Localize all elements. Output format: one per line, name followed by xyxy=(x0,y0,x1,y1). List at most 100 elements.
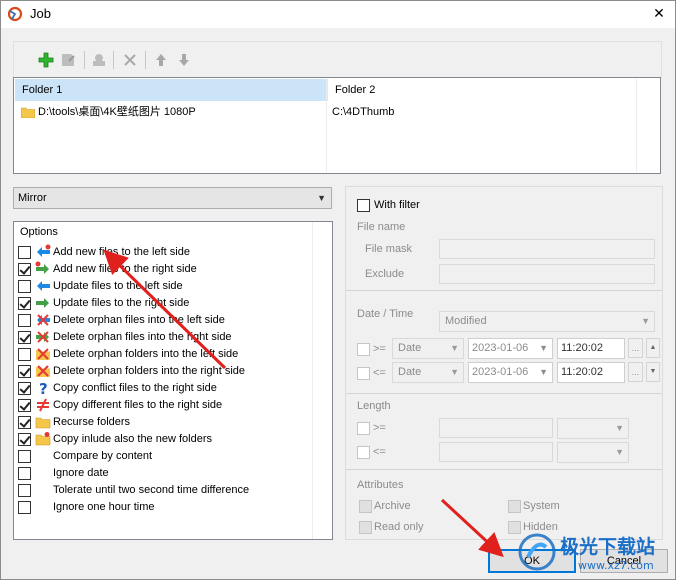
length-ge-label: >= xyxy=(373,422,386,434)
date-le-type-select[interactable]: Date ▼ xyxy=(392,362,464,383)
option-checkbox[interactable] xyxy=(18,314,31,327)
app-logo-icon xyxy=(7,6,23,22)
option-label: Add new files to the left side xyxy=(53,246,190,258)
time-le-input[interactable]: 11:20:02 xyxy=(557,362,625,383)
edit-icon xyxy=(62,54,75,66)
option-checkbox[interactable] xyxy=(18,297,31,310)
option-label: Delete orphan files into the right side xyxy=(53,331,232,343)
column-divider xyxy=(326,79,327,172)
window-title: Job xyxy=(30,6,51,21)
section-divider xyxy=(346,290,662,291)
option-row[interactable]: Add new files to the right side xyxy=(18,261,308,278)
file-mask-input[interactable] xyxy=(439,239,655,259)
file-mask-label: File mask xyxy=(365,243,413,255)
option-checkbox[interactable] xyxy=(18,365,31,378)
scroll-up-button[interactable]: ▲ xyxy=(646,338,660,358)
delete-icon xyxy=(124,54,136,66)
option-row[interactable]: Delete orphan files into the right side xyxy=(18,329,308,346)
option-row[interactable]: Update files to the right side xyxy=(18,295,308,312)
date-le-input[interactable]: 2023-01-06 ▼ xyxy=(468,362,553,383)
add-icon[interactable] xyxy=(38,52,54,68)
date-le-checkbox[interactable] xyxy=(357,367,370,380)
date-ge-input[interactable]: 2023-01-06 ▼ xyxy=(468,338,553,359)
option-row[interactable]: Tolerate until two second time differenc… xyxy=(18,482,308,499)
option-row[interactable]: Recurse folders xyxy=(18,414,308,431)
delete-folders-right-icon xyxy=(36,365,50,377)
filter-panel: With filter File name File mask Exclude … xyxy=(345,186,663,540)
length-ge-checkbox[interactable] xyxy=(357,422,370,435)
option-label: Update files to the left side xyxy=(53,280,183,292)
option-checkbox[interactable] xyxy=(18,246,31,259)
exclude-input[interactable] xyxy=(439,264,655,284)
option-label: Copy conflict files to the right side xyxy=(53,382,217,394)
length-ge-unit-select[interactable]: ▼ xyxy=(557,418,629,439)
read-only-checkbox[interactable] xyxy=(359,521,372,534)
option-row[interactable]: Compare by content xyxy=(18,448,308,465)
date-le-ellipsis-button[interactable]: ... xyxy=(628,362,643,382)
system-label: System xyxy=(523,500,560,512)
option-checkbox[interactable] xyxy=(18,433,31,446)
option-checkbox[interactable] xyxy=(18,416,31,429)
chevron-down-icon: ▼ xyxy=(539,343,548,353)
toolbar-separator xyxy=(113,51,114,69)
option-checkbox[interactable] xyxy=(18,348,31,361)
option-row[interactable]: Ignore one hour time xyxy=(18,499,308,516)
folder2-header[interactable]: Folder 2 xyxy=(327,79,636,101)
sync-mode-select[interactable]: Mirror ▼ xyxy=(13,187,332,209)
section-divider xyxy=(346,469,662,470)
with-filter-checkbox[interactable] xyxy=(357,199,370,212)
length-le-label: <= xyxy=(373,446,386,458)
option-row[interactable]: Add new files to the left side xyxy=(18,244,308,261)
time-ge-value: 11:20:02 xyxy=(561,342,604,354)
folder1-path: D:\tools\桌面\4K壁纸图片 1080P xyxy=(38,106,196,118)
option-checkbox[interactable] xyxy=(18,484,31,497)
option-checkbox[interactable] xyxy=(18,501,31,514)
option-row[interactable]: Delete orphan folders into the left side xyxy=(18,346,308,363)
time-ge-input[interactable]: 11:20:02 xyxy=(557,338,625,359)
option-row[interactable]: Copy different files to the right side xyxy=(18,397,308,414)
option-row[interactable]: Delete orphan folders into the right sid… xyxy=(18,363,308,380)
archive-label: Archive xyxy=(374,500,411,512)
option-checkbox[interactable] xyxy=(18,382,31,395)
date-ge-checkbox[interactable] xyxy=(357,343,370,356)
svg-text:?: ? xyxy=(39,380,48,396)
option-checkbox[interactable] xyxy=(18,399,31,412)
options-title: Options xyxy=(20,226,58,238)
option-label: Delete orphan files into the left side xyxy=(53,314,225,326)
close-button[interactable]: ✕ xyxy=(646,2,672,24)
move-down-icon xyxy=(179,54,189,66)
date-ge-label: >= xyxy=(373,343,386,355)
folder1-header[interactable]: Folder 1 xyxy=(15,79,326,101)
length-ge-input[interactable] xyxy=(439,418,553,438)
date-ge-type-select[interactable]: Date ▼ xyxy=(392,338,464,359)
not-equal-icon xyxy=(37,398,49,412)
option-checkbox[interactable] xyxy=(18,280,31,293)
option-checkbox[interactable] xyxy=(18,331,31,344)
stamp-icon xyxy=(93,54,105,66)
chevron-down-icon: ▼ xyxy=(450,367,459,377)
option-row[interactable]: Ignore date xyxy=(18,465,308,482)
length-le-input[interactable] xyxy=(439,442,553,462)
option-checkbox[interactable] xyxy=(18,450,31,463)
length-le-checkbox[interactable] xyxy=(357,446,370,459)
folder-pair-row[interactable]: D:\tools\桌面\4K壁纸图片 1080P xyxy=(21,104,196,120)
option-checkbox[interactable] xyxy=(18,467,31,480)
column-divider xyxy=(636,79,637,172)
toolbar-separator xyxy=(84,51,85,69)
option-checkbox[interactable] xyxy=(18,263,31,276)
scroll-down-button[interactable]: ▼ xyxy=(646,362,660,382)
date-ge-ellipsis-button[interactable]: ... xyxy=(628,338,643,358)
system-checkbox[interactable] xyxy=(508,500,521,513)
option-row[interactable]: Update files to the left side xyxy=(18,278,308,295)
chevron-down-icon: ▼ xyxy=(317,193,326,203)
date-le-value: 2023-01-06 xyxy=(472,366,529,378)
option-row[interactable]: Copy inlude also the new folders xyxy=(18,431,308,448)
option-row[interactable]: ? Copy conflict files to the right side xyxy=(18,380,308,397)
option-label: Recurse folders xyxy=(53,416,131,428)
date-mode-select[interactable]: Modified ▼ xyxy=(439,311,655,332)
folder-pairs-list[interactable]: Folder 1 Folder 2 D:\tools\桌面\4K壁纸图片 108… xyxy=(13,77,661,174)
archive-checkbox[interactable] xyxy=(359,500,372,513)
option-row[interactable]: Delete orphan files into the left side xyxy=(18,312,308,329)
length-le-unit-select[interactable]: ▼ xyxy=(557,442,629,463)
folder2-path[interactable]: C:\4DThumb xyxy=(332,104,394,120)
